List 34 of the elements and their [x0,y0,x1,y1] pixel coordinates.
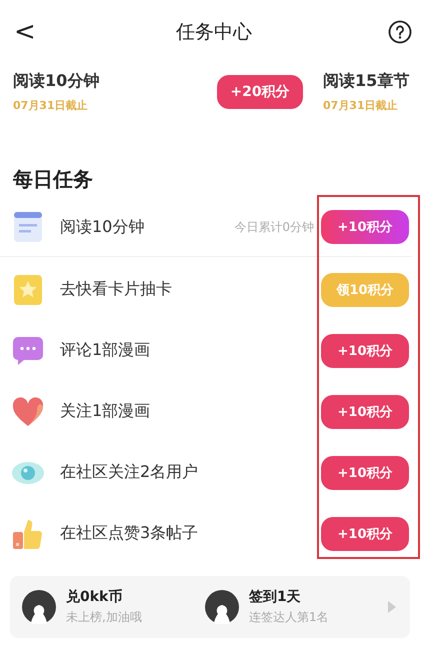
ranking-card[interactable]: 兑0kk币 未上榜,加油哦 签到1天 连签达人第1名 [10,576,410,638]
page-title: 任务中心 [176,20,252,45]
ranking-title: 兑0kk币 [66,588,124,606]
task-label: 阅读10分钟 [60,216,146,238]
task-title: 阅读10分钟 [13,71,100,92]
task-title: 阅读15章节 [323,71,410,92]
reward-button[interactable]: +10积分 [321,516,409,550]
deadline-text: 07月31日截止 [13,98,89,113]
eye-icon [11,460,45,486]
reward-button[interactable]: +20积分 [217,75,303,109]
task-label: 关注1部漫画 [60,401,152,422]
progress-text: 今日累计0分钟 [234,218,314,236]
section-heading: 每日任务 [13,166,94,192]
ranking-subtitle: 连签达人第1名 [249,609,329,626]
reward-button[interactable]: +10积分 [321,334,409,368]
ranking-subtitle: 未上榜,加油哦 [66,609,142,626]
reward-button[interactable]: +10积分 [321,394,409,428]
ranking-title: 签到1天 [249,588,302,606]
avatar-icon [205,590,239,624]
reward-button[interactable]: +10积分 [321,210,409,244]
heart-icon [12,396,44,426]
chat-bubble-icon [12,336,44,366]
avatar-icon [22,590,56,624]
thumbs-up-icon [12,518,44,550]
chevron-icon [388,601,396,613]
reward-button[interactable]: +10积分 [321,456,409,490]
task-label: 在社区点赞3条帖子 [60,523,200,544]
task-label: 评论1部漫画 [60,340,152,361]
deadline-text: 07月31日截止 [323,98,399,113]
task-label: 在社区关注2名用户 [60,462,200,483]
help-icon[interactable] [388,20,412,44]
back-button[interactable]: < [10,19,40,45]
task-label: 去快看卡片抽卡 [60,279,173,300]
document-icon [13,211,43,243]
